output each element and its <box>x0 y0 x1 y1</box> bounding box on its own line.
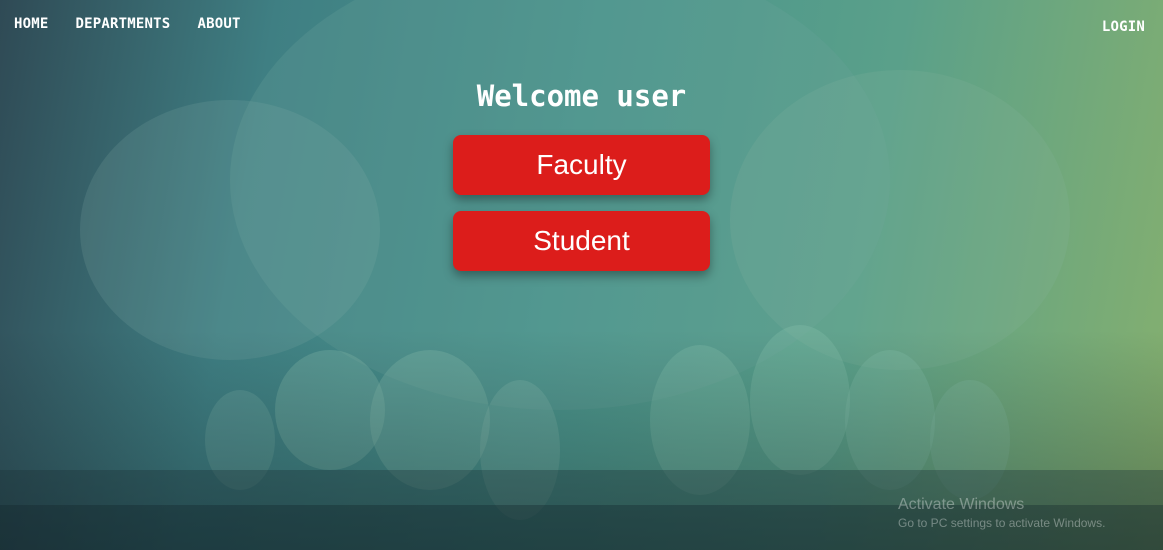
faculty-button[interactable]: Faculty <box>453 135 710 195</box>
windows-activation-watermark: Activate Windows Go to PC settings to ac… <box>898 495 1105 531</box>
top-navbar: HOME DEPARTMENTS ABOUT LOGIN <box>0 0 1163 50</box>
watermark-title: Activate Windows <box>898 496 1025 513</box>
nav-home-link[interactable]: HOME <box>14 16 49 32</box>
nav-links: HOME DEPARTMENTS ABOUT <box>14 16 241 32</box>
watermark-subtitle: Go to PC settings to activate Windows. <box>898 516 1106 530</box>
nav-login-link[interactable]: LOGIN <box>1102 19 1145 35</box>
nav-right: LOGIN <box>1102 16 1145 35</box>
welcome-title: Welcome user <box>476 79 687 113</box>
student-button[interactable]: Student <box>453 211 710 271</box>
nav-departments-link[interactable]: DEPARTMENTS <box>76 16 171 32</box>
main-content: Welcome user Faculty Student <box>0 75 1163 287</box>
nav-about-link[interactable]: ABOUT <box>197 16 240 32</box>
